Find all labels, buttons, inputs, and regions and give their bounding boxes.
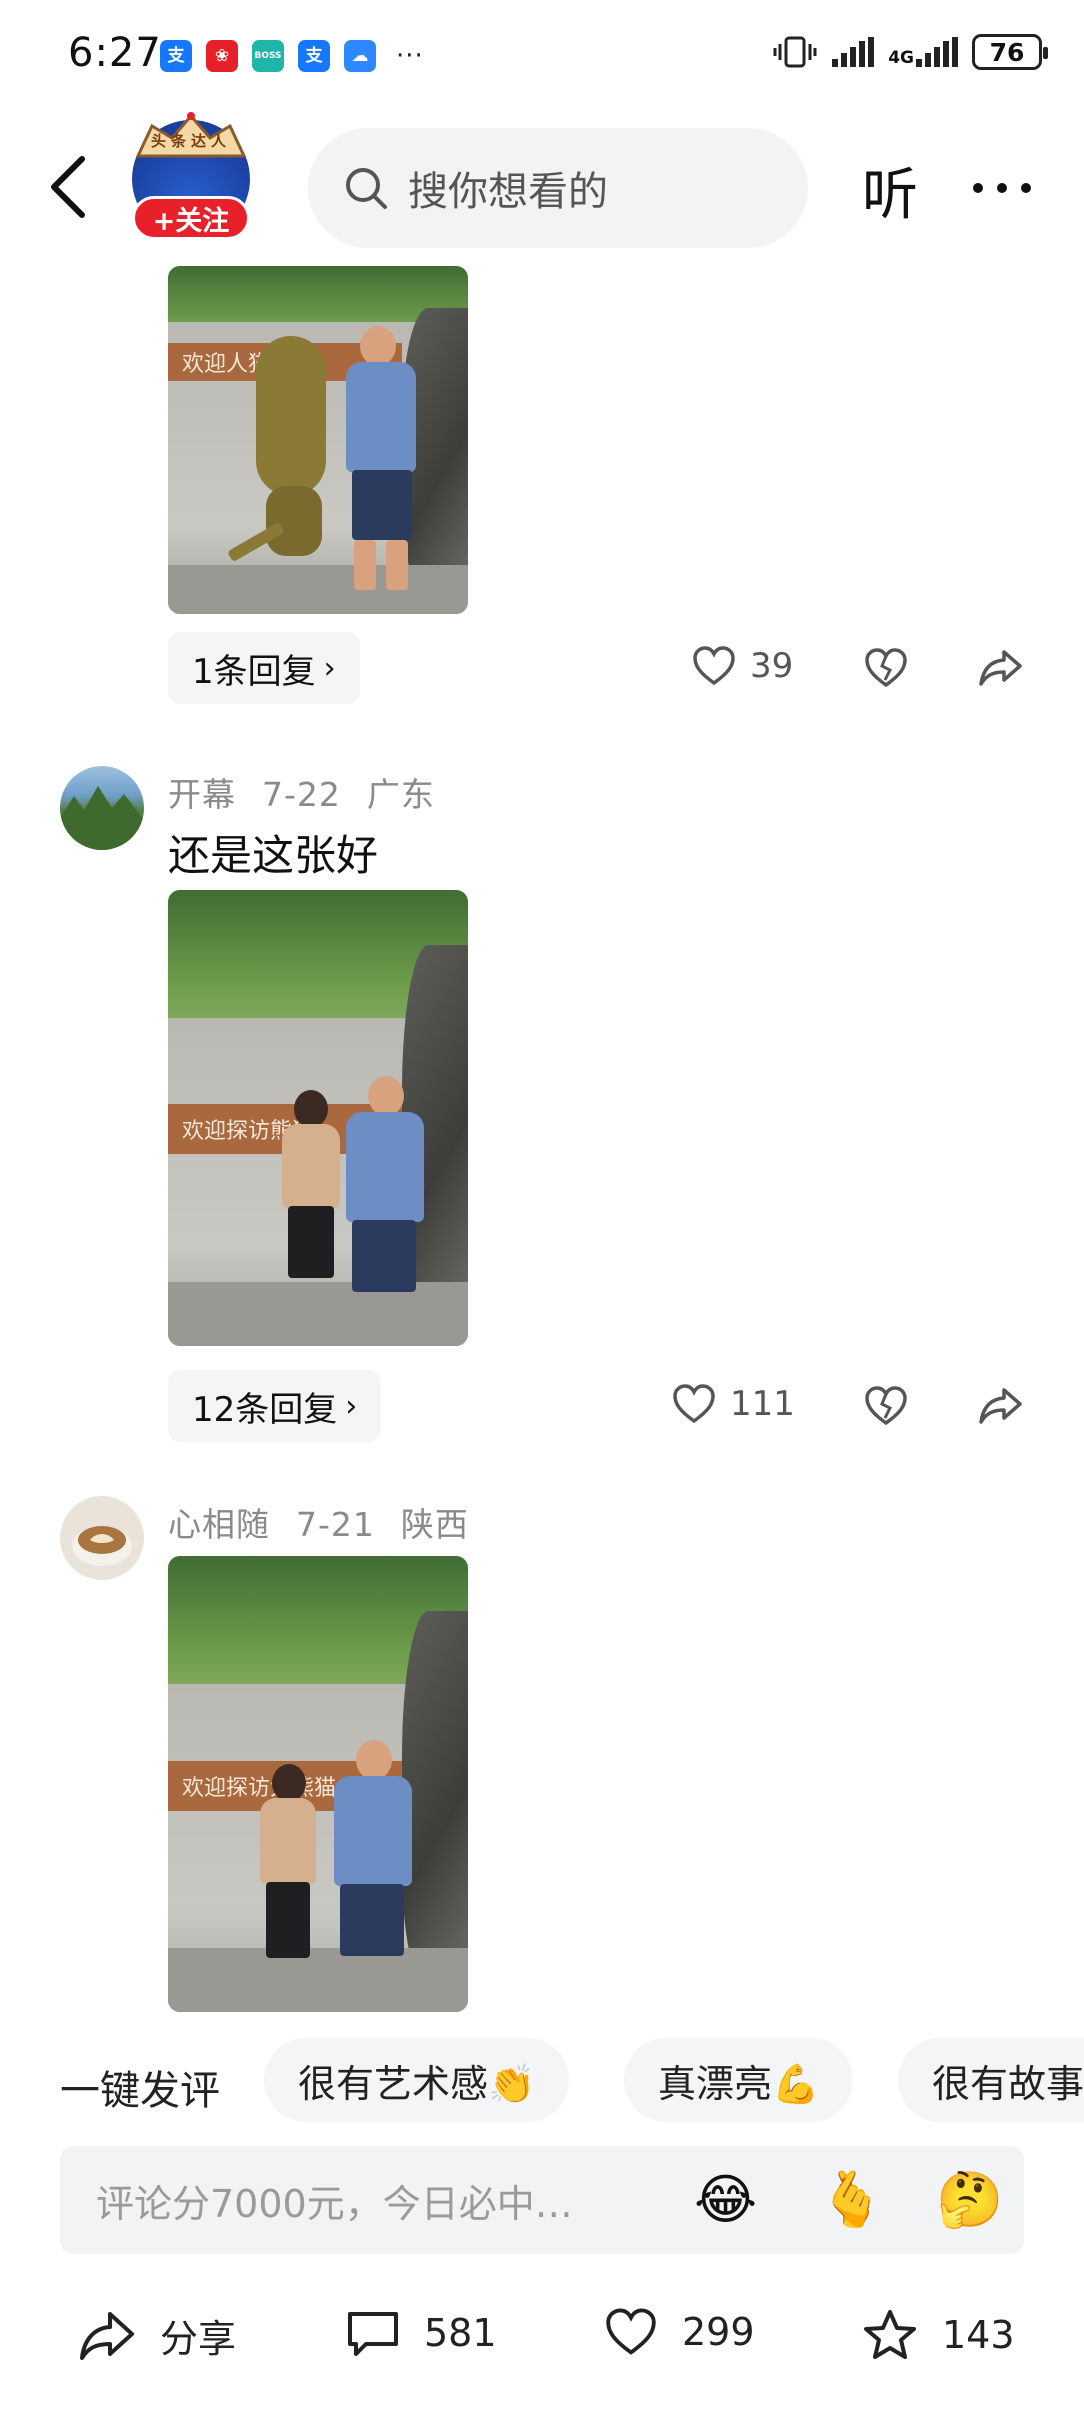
like-button[interactable]: 111 [672, 1384, 795, 1424]
comment-meta: 心相随 7-21 陕西 [168, 1498, 495, 1546]
comments-button[interactable]: 581 [346, 2308, 497, 2358]
heart-icon [606, 2308, 656, 2355]
alipay-icon: 支 [160, 40, 192, 72]
heart-icon [693, 646, 735, 686]
author-avatar[interactable]: 头条达人 +关注 [128, 112, 254, 242]
alipay-icon: 支 [298, 40, 330, 72]
comment-date: 7-21 [296, 1505, 375, 1544]
comment-placeholder: 评论分7000元，今日必中… [96, 2181, 573, 2226]
share-icon[interactable] [978, 1386, 1024, 1426]
couple-figure [260, 1740, 440, 2012]
comment-region: 广东 [366, 775, 435, 814]
status-app-icons: 支 ❀ BOSS 支 ☁ ··· [160, 40, 424, 72]
heart-icon [673, 1384, 715, 1424]
like-button[interactable]: 39 [692, 646, 793, 686]
back-icon[interactable] [44, 155, 94, 219]
dislike-icon[interactable] [864, 1386, 908, 1426]
follow-button[interactable]: +关注 [132, 196, 250, 240]
comment-image[interactable]: 欢迎人猫大熊 [168, 266, 468, 614]
comment-image[interactable]: 欢迎探访熊猫 [168, 890, 468, 1346]
replies-count: 1条回复 [192, 651, 316, 692]
man-figure [338, 326, 438, 606]
status-time: 6:27 [68, 30, 162, 76]
battery-icon: 76 [972, 34, 1048, 70]
like-button[interactable]: 299 [604, 2308, 755, 2356]
monkey-figure [227, 336, 348, 566]
network-type: 4G [888, 48, 914, 68]
like-count: 111 [730, 1384, 795, 1424]
comments-count: 581 [424, 2311, 497, 2355]
comment-text: 还是这张好 [168, 831, 379, 880]
share-label: 分享 [160, 2317, 237, 2361]
view-replies-button[interactable]: 1条回复 › [168, 632, 360, 704]
more-icon[interactable] [970, 180, 1034, 196]
quick-comment-chip[interactable]: 真漂亮💪 [624, 2038, 854, 2122]
star-icon [864, 2310, 916, 2359]
chevron-right-icon: › [323, 650, 336, 686]
search-bar[interactable]: 搜你想看的 [308, 128, 808, 248]
quick-comment-chip[interactable]: 很有故事 [898, 2038, 1084, 2122]
avatar[interactable] [60, 1496, 144, 1580]
share-icon [80, 2311, 134, 2360]
likes-count: 299 [682, 2310, 755, 2354]
chevron-right-icon: › [345, 1388, 358, 1424]
laugh-emoji-icon[interactable]: 😂 [694, 2170, 757, 2230]
share-button[interactable]: 分享 [78, 2308, 236, 2363]
comment-image[interactable]: 欢迎探访大熊猫 [168, 1556, 468, 2012]
avatar[interactable] [60, 766, 144, 850]
comment-region: 陕西 [400, 1505, 469, 1544]
share-icon[interactable] [978, 648, 1024, 688]
favorites-count: 143 [942, 2313, 1015, 2357]
status-right: 4G 76 [772, 34, 1048, 70]
view-replies-button[interactable]: 12条回复 › [168, 1370, 382, 1442]
quick-comment-label: 一键发评 [60, 2068, 220, 2114]
search-placeholder: 搜你想看的 [408, 169, 608, 215]
comment-username[interactable]: 开幕 [168, 775, 236, 814]
couple-figure [276, 1076, 456, 1346]
boss-zhipin-icon: BOSS [252, 40, 284, 72]
comment-date: 7-22 [262, 775, 341, 814]
search-icon [346, 168, 387, 209]
comment-meta: 开幕 7-22 广东 [168, 768, 461, 816]
favorite-button[interactable]: 143 [862, 2308, 1015, 2362]
battery-level: 76 [989, 37, 1025, 67]
finger-heart-emoji-icon[interactable]: 🫰 [818, 2170, 885, 2230]
coffee-avatar-icon [72, 1526, 132, 1566]
comment-username[interactable]: 心相随 [168, 1505, 270, 1544]
vibrate-icon [773, 36, 817, 68]
expert-badge-text: 头条达人 [150, 132, 231, 150]
mountain-avatar-icon [60, 786, 144, 850]
like-count: 39 [750, 646, 794, 686]
listen-button[interactable]: 听 [862, 150, 918, 231]
status-overflow-icon: ··· [396, 41, 424, 71]
weather-icon: ☁ [344, 40, 376, 72]
replies-count: 12条回复 [192, 1389, 338, 1430]
app-red-icon: ❀ [206, 40, 238, 72]
thinking-emoji-icon[interactable]: 🤔 [936, 2170, 1003, 2230]
signal-icon [832, 37, 875, 67]
signal-icon-2 [916, 37, 958, 67]
quick-comment-chip[interactable]: 很有艺术感👏 [264, 2038, 570, 2122]
comment-icon [348, 2312, 398, 2356]
dislike-icon[interactable] [864, 648, 908, 688]
